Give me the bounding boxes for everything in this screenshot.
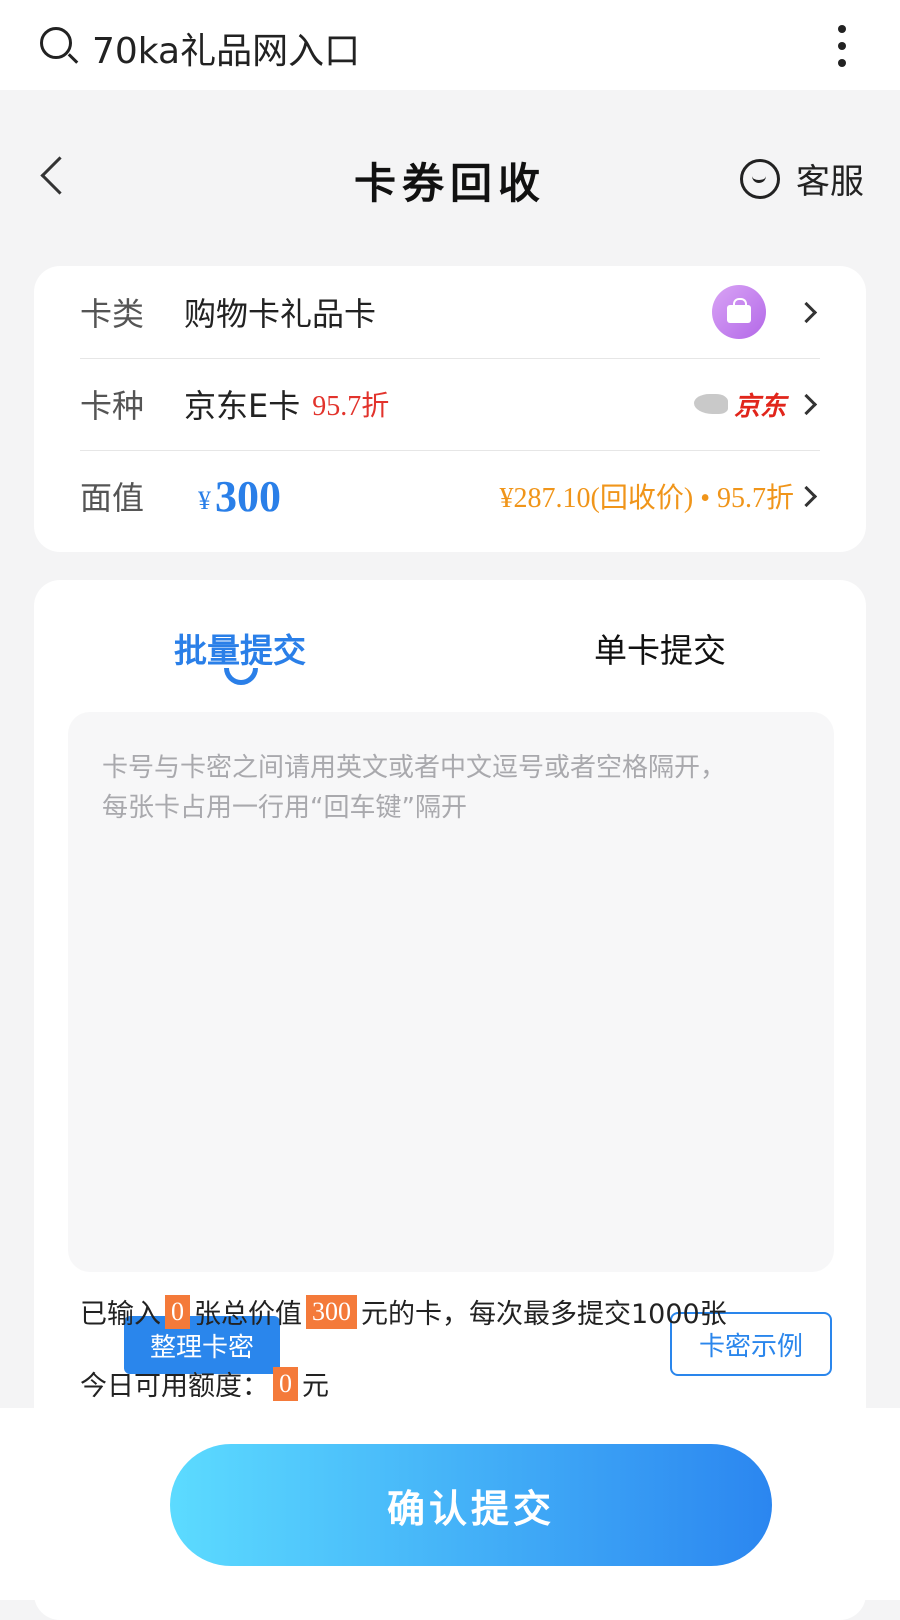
card-secret-input[interactable]: 卡号与卡密之间请用英文或者中文逗号或者空格隔开， 每张卡占用一行用“回车键”隔开… <box>68 712 834 1376</box>
active-tab-indicator <box>224 668 258 685</box>
quota-label: 今日可用额度： <box>80 1371 269 1402</box>
browser-search-bar[interactable]: 70ka礼品网入口 <box>0 0 900 90</box>
card-type-label: 卡类 <box>80 295 145 333</box>
card-type-row[interactable]: 卡类 购物卡礼品卡 <box>80 266 820 359</box>
jd-dog-icon <box>693 394 728 414</box>
bottom-action-bar: 确认提交 <box>0 1408 900 1600</box>
tab-single-submit[interactable]: 单卡提交 <box>594 624 726 672</box>
more-menu-icon[interactable] <box>838 25 846 69</box>
placeholder-line-2: 每张卡占用一行用“回车键”隔开 <box>102 793 467 823</box>
summary-count-badge: 0 <box>165 1294 190 1329</box>
tab-batch-submit[interactable]: 批量提交 <box>174 624 306 672</box>
customer-service-label: 客服 <box>796 162 864 202</box>
face-value: 300 <box>215 471 281 521</box>
card-type-value: 购物卡礼品卡 <box>184 295 377 333</box>
daily-quota: 今日可用额度： 0 元 <box>80 1364 329 1403</box>
face-value-row[interactable]: 面值 ¥ 300 ¥287.10(回收价) • 95.7折 <box>80 450 820 542</box>
chevron-right-icon <box>795 301 818 323</box>
chevron-right-icon <box>795 393 818 415</box>
search-icon <box>40 27 72 59</box>
summary-mid: 张总价值 <box>194 1299 302 1330</box>
search-text[interactable]: 70ka礼品网入口 <box>92 22 360 74</box>
summary-suffix: 元的卡，每次最多提交1000张 <box>361 1299 727 1330</box>
shopping-bag-icon <box>712 285 766 339</box>
summary-total-badge: 300 <box>306 1294 357 1329</box>
quota-unit: 元 <box>302 1371 329 1402</box>
input-placeholder: 卡号与卡密之间请用英文或者中文逗号或者空格隔开， 每张卡占用一行用“回车键”隔开 <box>102 748 792 828</box>
card-kind-discount: 95.7折 <box>312 391 390 422</box>
chat-bubble-icon <box>740 158 780 199</box>
recycle-price: ¥287.10(回收价) • 95.7折 <box>499 483 794 514</box>
quota-value-badge: 0 <box>273 1366 298 1401</box>
card-info-panel: 卡类 购物卡礼品卡 卡种 京东E卡 95.7折 京东 面值 ¥ 300 ¥287… <box>34 266 866 552</box>
chevron-right-icon <box>795 485 818 507</box>
card-kind-label: 卡种 <box>80 387 145 425</box>
jd-logo-text: 京东 <box>733 391 786 422</box>
placeholder-line-1: 卡号与卡密之间请用英文或者中文逗号或者空格隔开， <box>102 753 727 783</box>
face-currency: ¥ <box>198 486 211 515</box>
customer-service-button[interactable]: 客服 <box>740 154 864 203</box>
jd-logo: 京东 <box>693 386 786 423</box>
confirm-submit-button[interactable]: 确认提交 <box>170 1444 772 1566</box>
card-kind-value: 京东E卡 <box>184 387 301 425</box>
input-summary: 已输入 0 张总价值 300 元的卡，每次最多提交1000张 <box>80 1292 727 1331</box>
face-value-label: 面值 <box>80 479 145 517</box>
summary-prefix: 已输入 <box>80 1299 161 1330</box>
card-kind-row[interactable]: 卡种 京东E卡 95.7折 京东 <box>80 358 820 451</box>
